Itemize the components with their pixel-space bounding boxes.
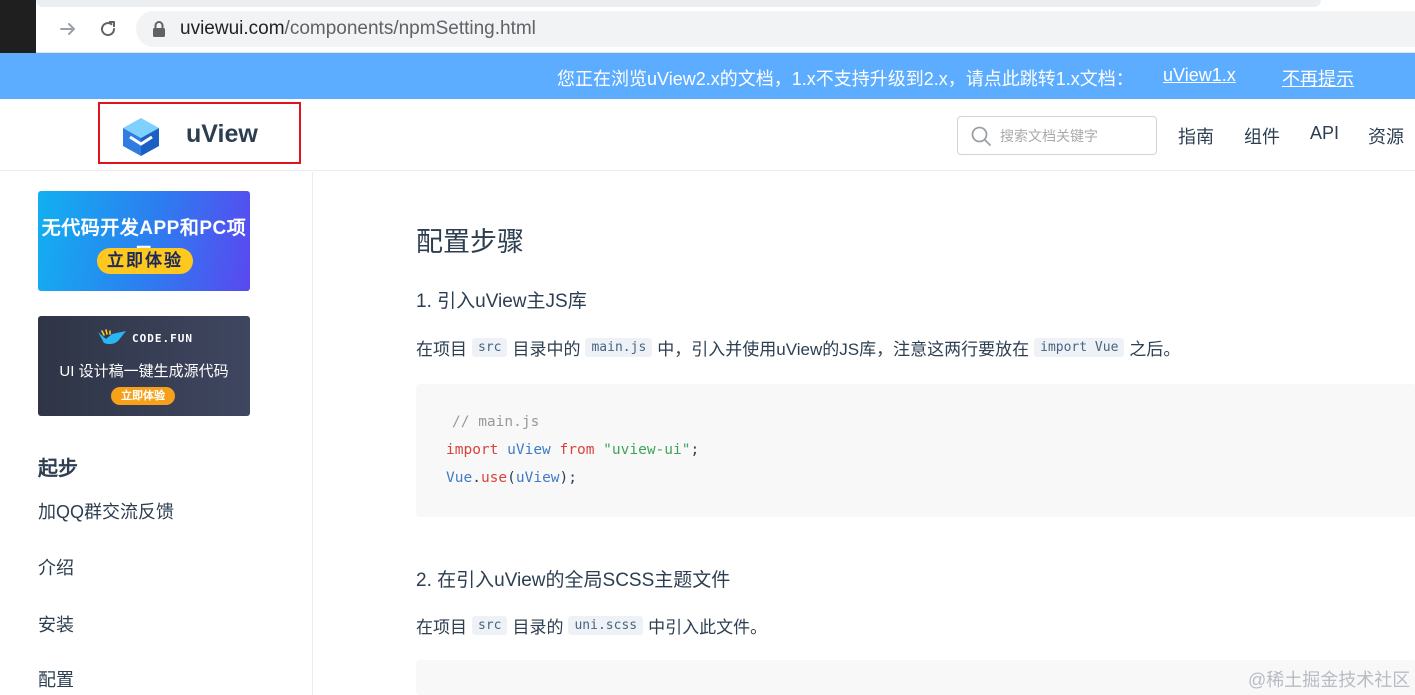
inline-code: src	[472, 338, 508, 357]
code-keyword: import	[446, 442, 499, 458]
bird-logo-icon	[98, 329, 126, 345]
code-block[interactable]: // main.js import uView from "uview-ui";…	[416, 384, 1415, 517]
code-identifier: Vue	[446, 470, 473, 486]
search-input[interactable]	[1000, 127, 1150, 144]
logo-text: uView	[186, 120, 258, 148]
nav-guide[interactable]: 指南	[1178, 123, 1214, 149]
code-comment: // main.js	[452, 414, 540, 430]
code-punctuation: ;	[690, 442, 700, 458]
forward-icon	[60, 23, 75, 35]
codefun-ad-banner[interactable]: CODE.FUN UI 设计稿一键生成源代码 立即体验	[38, 316, 250, 416]
step2-heading: 2. 在引入uView的全局SCSS主题文件	[416, 570, 731, 591]
code-keyword: from	[559, 442, 595, 458]
sidebar-item-config[interactable]: 配置	[38, 666, 74, 692]
sidebar-item-qq-group[interactable]: 加QQ群交流反馈	[38, 498, 174, 524]
text: 在项目	[416, 618, 467, 637]
site-header: uView 指南 组件 API 资源	[0, 99, 1415, 171]
inline-code: import Vue	[1034, 338, 1125, 357]
codefun-brand: CODE.FUN	[96, 328, 193, 348]
url-path: /components/npmSetting.html	[284, 18, 536, 39]
search-icon	[971, 126, 991, 146]
version-notice-bar: 您正在浏览uView2.x的文档，1.x不支持升级到2.x，请点此跳转1.x文档…	[0, 53, 1415, 99]
main-content: 配置步骤 1. 引入uView主JS库 在项目 src 目录中的 main.js…	[313, 172, 1415, 695]
code-punctuation: .	[472, 470, 481, 486]
nocode-ad-banner[interactable]: 无代码开发APP和PC项目 立即体验	[38, 191, 250, 291]
text: 目录中的	[512, 340, 581, 359]
forward-button[interactable]	[53, 14, 83, 44]
logo-link[interactable]: uView	[98, 102, 301, 164]
watermark: @稀土掘金技术社区	[1248, 670, 1411, 690]
text: 中引入此文件。	[648, 618, 768, 637]
step1-paragraph: 在项目 src 目录中的 main.js 中，引入并使用uView的JS库，注意…	[416, 335, 1180, 360]
step1-heading: 1. 引入uView主JS库	[416, 291, 587, 312]
ad-try-button[interactable]: 立即体验	[97, 248, 193, 274]
codefun-brand-text: CODE.FUN	[132, 331, 193, 345]
page-title: 配置步骤	[416, 227, 524, 257]
search-box[interactable]	[957, 116, 1157, 155]
text: 中，引入并使用uView的JS库，注意这两行要放在	[657, 340, 1030, 359]
uview1-doc-link[interactable]: uView1.x	[1163, 65, 1236, 86]
address-bar[interactable]: uviewui.com/components/npmSetting.html	[136, 11, 1415, 47]
text: 在项目	[416, 340, 467, 359]
reload-button[interactable]	[93, 14, 123, 44]
ad-title: UI 设计稿一键生成源代码	[59, 363, 229, 380]
code-identifier: uView	[507, 442, 551, 458]
uview-logo-icon	[123, 118, 159, 156]
inline-code: main.js	[585, 338, 653, 357]
ad-try-button[interactable]: 立即体验	[111, 387, 175, 405]
inline-code: uni.scss	[568, 616, 644, 635]
notice-text: 您正在浏览uView2.x的文档，1.x不支持升级到2.x，请点此跳转1.x文档…	[557, 69, 1134, 89]
tab-strip	[36, 0, 1321, 7]
nav-components[interactable]: 组件	[1244, 123, 1280, 149]
lock-icon	[153, 21, 165, 37]
code-string: "uview-ui"	[603, 442, 691, 458]
reload-icon	[101, 21, 116, 37]
code-method: use	[480, 470, 508, 486]
sidebar-group-getting-started: 起步	[38, 458, 78, 480]
code-punctuation: (	[507, 470, 516, 486]
text: 之后。	[1129, 340, 1181, 359]
text: 目录的	[512, 618, 564, 637]
code-identifier: uView	[515, 470, 560, 486]
sidebar: 无代码开发APP和PC项目 立即体验 CODE.FUN UI 设计稿一键生成源代…	[0, 172, 313, 695]
sidebar-item-intro[interactable]: 介绍	[38, 554, 74, 580]
nav-resources[interactable]: 资源	[1368, 123, 1404, 149]
sidebar-item-install[interactable]: 安装	[38, 611, 74, 637]
nav-api[interactable]: API	[1310, 123, 1339, 144]
inline-code: src	[472, 616, 508, 635]
url-host: uviewui.com	[180, 18, 285, 39]
step2-paragraph: 在项目 src 目录的 uni.scss 中引入此文件。	[416, 613, 767, 638]
browser-toolbar: uviewui.com/components/npmSetting.html	[0, 0, 1415, 62]
dismiss-notice-link[interactable]: 不再提示	[1282, 65, 1354, 91]
code-punctuation: );	[559, 470, 577, 486]
